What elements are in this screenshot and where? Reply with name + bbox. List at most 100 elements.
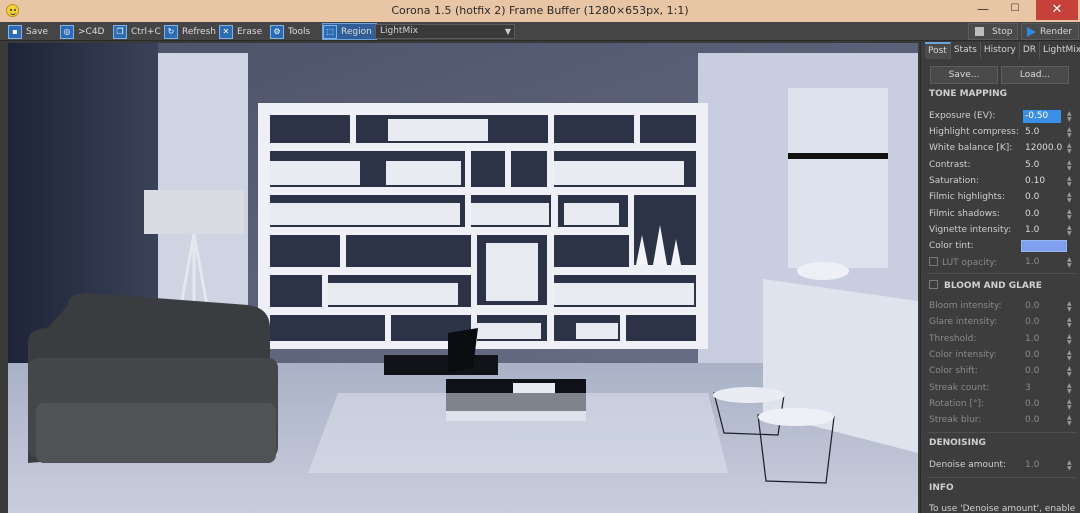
color-shift-field[interactable]: 0.0: [1023, 365, 1061, 378]
highlight-compress-field[interactable]: 5.0: [1023, 126, 1061, 139]
tab-dr[interactable]: DR: [1020, 42, 1041, 59]
gear-icon: ⚙: [270, 24, 284, 39]
post-save-button[interactable]: Save...: [930, 66, 998, 84]
render-viewport[interactable]: [8, 43, 918, 513]
post-panel: Post Stats History DR LightMix Save... L…: [920, 42, 1080, 513]
contrast-row: Contrast: 5.0 ▲ ▼: [929, 159, 1073, 172]
streak-blur-field[interactable]: 0.0: [1023, 414, 1061, 427]
glare-intensity-row: Glare intensity: 0.0 ▲ ▼: [929, 316, 1073, 329]
tone-mapping-header: TONE MAPPING: [929, 89, 1007, 99]
copy-button[interactable]: ❐ Ctrl+C: [113, 23, 161, 40]
white-balance-row: White balance [K]: 12000.0 ▲ ▼: [929, 142, 1073, 155]
denoising-header: DENOISING: [929, 438, 986, 448]
streak-count-field[interactable]: 3: [1023, 382, 1061, 395]
save-button[interactable]: ▪ Save: [8, 23, 48, 40]
filmic-shadows-row: Filmic shadows: 0.0 ▲ ▼: [929, 208, 1073, 221]
divider: [927, 477, 1077, 478]
denoise-amount-row: Denoise amount: 1.0 ▲ ▼: [929, 459, 1073, 472]
denoise-amount-field[interactable]: 1.0: [1023, 459, 1061, 472]
vignette-spinner[interactable]: ▲ ▼: [1067, 225, 1073, 237]
filmic-highlights-spinner[interactable]: ▲ ▼: [1067, 192, 1073, 204]
tab-post[interactable]: Post: [925, 42, 951, 59]
threshold-row: Threshold: 1.0 ▲ ▼: [929, 333, 1073, 346]
tab-history[interactable]: History: [981, 42, 1020, 59]
stop-button[interactable]: Stop: [968, 23, 1018, 40]
rotation-row: Rotation [°]: 0.0 ▲ ▼: [929, 398, 1073, 411]
tab-lightmix[interactable]: LightMix: [1040, 42, 1080, 59]
post-load-button[interactable]: Load...: [1001, 66, 1069, 84]
rotation-spinner[interactable]: ▲ ▼: [1067, 399, 1073, 411]
render-button[interactable]: Render: [1021, 23, 1079, 40]
bloom-intensity-spinner[interactable]: ▲ ▼: [1067, 301, 1073, 313]
denoise-amount-spinner[interactable]: ▲ ▼: [1067, 460, 1073, 472]
threshold-spinner[interactable]: ▲ ▼: [1067, 334, 1073, 346]
divider: [927, 273, 1077, 274]
copy-icon: ❐: [113, 24, 127, 39]
erase-button[interactable]: ✕ Erase: [219, 23, 262, 40]
streak-blur-spinner[interactable]: ▲ ▼: [1067, 415, 1073, 427]
tools-button[interactable]: ⚙ Tools: [270, 23, 310, 40]
saturation-row: Saturation: 0.10 ▲ ▼: [929, 175, 1073, 188]
minimize-button[interactable]: —: [968, 0, 998, 20]
streak-count-row: Streak count: 3 ▲ ▼: [929, 382, 1073, 395]
refresh-icon: ↻: [164, 24, 178, 39]
send-to-c4d-button[interactable]: ◎ >C4D: [60, 23, 104, 40]
contrast-field[interactable]: 5.0: [1023, 159, 1061, 172]
saturation-field[interactable]: 0.10: [1023, 175, 1061, 188]
color-intensity-spinner[interactable]: ▲ ▼: [1067, 350, 1073, 362]
exposure-field[interactable]: -0.50: [1023, 110, 1061, 123]
filmic-shadows-spinner[interactable]: ▲ ▼: [1067, 209, 1073, 221]
filmic-highlights-row: Filmic highlights: 0.0 ▲ ▼: [929, 191, 1073, 204]
maximize-button[interactable]: ☐: [1000, 0, 1030, 20]
saturation-spinner[interactable]: ▲ ▼: [1067, 176, 1073, 188]
bloom-intensity-field[interactable]: 0.0: [1023, 300, 1061, 313]
erase-icon: ✕: [219, 24, 233, 39]
vignette-row: Vignette intensity: 1.0 ▲ ▼: [929, 224, 1073, 237]
bloom-glare-checkbox[interactable]: [929, 280, 938, 289]
streak-count-spinner[interactable]: ▲ ▼: [1067, 383, 1073, 395]
toolbar: ▪ Save ◎ >C4D ❐ Ctrl+C ↻ Refresh ✕ Erase…: [0, 22, 1080, 41]
exposure-spinner[interactable]: ▲ ▼: [1067, 111, 1073, 123]
white-balance-field[interactable]: 12000.0: [1023, 142, 1062, 155]
lightmix-select[interactable]: LightMix ▼: [375, 24, 515, 39]
title-bar: Corona 1.5 (hotfix 2) Frame Buffer (1280…: [0, 0, 1080, 22]
close-button[interactable]: ✕: [1036, 0, 1078, 20]
filmic-highlights-field[interactable]: 0.0: [1023, 191, 1061, 204]
threshold-field[interactable]: 1.0: [1023, 333, 1061, 346]
color-shift-row: Color shift: 0.0 ▲ ▼: [929, 365, 1073, 378]
floppy-icon: ▪: [8, 24, 22, 39]
lut-checkbox[interactable]: [929, 257, 938, 266]
info-text: To use 'Denoise amount', enable: [929, 504, 1076, 513]
color-tint-swatch[interactable]: [1021, 240, 1067, 252]
color-tint-row: Color tint:: [929, 240, 1077, 254]
tab-stats[interactable]: Stats: [951, 42, 981, 59]
color-shift-spinner[interactable]: ▲ ▼: [1067, 366, 1073, 378]
exposure-row: Exposure (EV): -0.50 ▲ ▼: [929, 110, 1073, 123]
region-button[interactable]: ⬚ Region: [322, 23, 377, 40]
color-intensity-field[interactable]: 0.0: [1023, 349, 1061, 362]
rendered-interior-image: [8, 43, 918, 513]
info-header: INFO: [929, 483, 954, 493]
contrast-spinner[interactable]: ▲ ▼: [1067, 160, 1073, 172]
window-title: Corona 1.5 (hotfix 2) Frame Buffer (1280…: [391, 4, 689, 17]
glare-intensity-field[interactable]: 0.0: [1023, 316, 1061, 329]
lut-opacity-row: LUT opacity: 1.0 ▲ ▼: [929, 256, 1077, 270]
chevron-down-icon: ▼: [504, 27, 511, 36]
panel-tabs: Post Stats History DR LightMix: [925, 42, 1080, 59]
play-icon: [1027, 26, 1036, 37]
bloom-glare-header: BLOOM AND GLARE: [929, 280, 1042, 291]
white-balance-spinner[interactable]: ▲ ▼: [1067, 143, 1073, 155]
lut-opacity-field[interactable]: 1.0: [1023, 256, 1061, 269]
region-icon: ⬚: [323, 24, 337, 39]
lut-opacity-spinner[interactable]: ▲ ▼: [1067, 257, 1073, 269]
refresh-button[interactable]: ↻ Refresh: [164, 23, 216, 40]
glare-intensity-spinner[interactable]: ▲ ▼: [1067, 317, 1073, 329]
streak-blur-row: Streak blur: 0.0 ▲ ▼: [929, 414, 1073, 427]
vignette-field[interactable]: 1.0: [1023, 224, 1061, 237]
color-intensity-row: Color intensity: 0.0 ▲ ▼: [929, 349, 1073, 362]
filmic-shadows-field[interactable]: 0.0: [1023, 208, 1061, 221]
highlight-compress-spinner[interactable]: ▲ ▼: [1067, 127, 1073, 139]
c4d-icon: ◎: [60, 24, 74, 39]
bloom-intensity-row: Bloom intensity: 0.0 ▲ ▼: [929, 300, 1073, 313]
rotation-field[interactable]: 0.0: [1023, 398, 1061, 411]
